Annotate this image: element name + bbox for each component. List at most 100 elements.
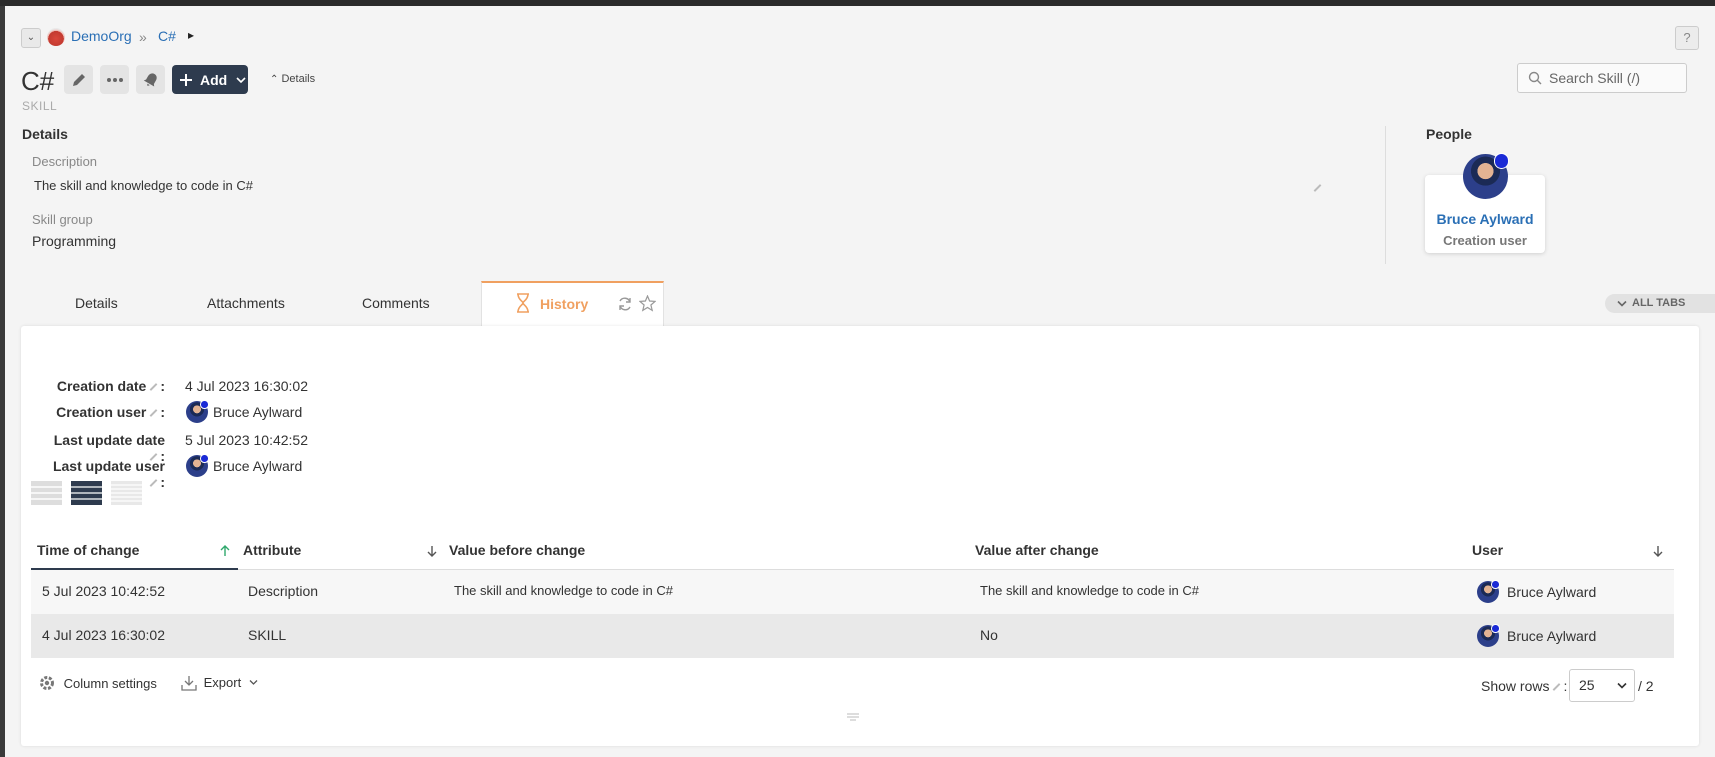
last-update-date-label-text: Last update date (53, 432, 165, 448)
record-type-label: SKILL (22, 99, 58, 113)
ellipsis-icon (106, 77, 123, 82)
cell-after: The skill and knowledge to code in C# (980, 583, 1199, 598)
download-icon (181, 675, 197, 691)
presence-indicator (200, 454, 209, 463)
skill-group-value[interactable]: Programming (32, 233, 116, 249)
person-role: Creation user (1443, 233, 1527, 248)
tab-comments[interactable]: Comments (362, 295, 430, 311)
column-header-after[interactable]: Value after change (975, 542, 1099, 558)
creation-user-link[interactable]: Bruce Aylward (213, 404, 302, 420)
add-button[interactable]: Add (172, 65, 248, 94)
edit-icon (149, 383, 158, 392)
person-name[interactable]: Bruce Aylward (1425, 211, 1545, 227)
gear-icon (40, 676, 54, 690)
row-user-avatar[interactable] (1477, 624, 1500, 647)
creation-date-value: 4 Jul 2023 16:30:02 (185, 378, 308, 394)
last-update-date-value: 5 Jul 2023 10:42:52 (185, 432, 308, 448)
people-heading: People (1426, 126, 1472, 142)
table-row[interactable]: 5 Jul 2023 10:42:52 Description The skil… (31, 570, 1674, 614)
more-actions-button[interactable] (100, 65, 129, 94)
edit-icon (149, 479, 158, 488)
presence-indicator (200, 400, 209, 409)
show-rows-text: Show rows (1481, 678, 1550, 694)
refresh-icon[interactable] (617, 296, 633, 312)
rows-per-page-select[interactable]: 25 (1569, 669, 1635, 702)
add-button-label: Add (200, 71, 228, 88)
plus-icon (180, 73, 192, 86)
chevron-down-icon (249, 680, 258, 685)
search-icon (1528, 71, 1542, 85)
chevron-down-icon (1617, 682, 1627, 689)
export-button[interactable]: Export (181, 674, 258, 691)
cell-time: 5 Jul 2023 10:42:52 (42, 583, 165, 599)
cell-attribute: Description (248, 583, 319, 599)
cell-attribute: SKILL (248, 627, 287, 643)
all-tabs-button[interactable]: ALL TABS (1605, 294, 1715, 313)
cell-user-link[interactable]: Bruce Aylward (1507, 584, 1596, 600)
chevron-down-icon (1617, 300, 1627, 307)
view-list-icon[interactable] (71, 481, 102, 505)
help-button[interactable]: ? (1675, 26, 1699, 50)
total-rows: / 2 (1638, 678, 1654, 694)
column-header-user[interactable]: User (1472, 542, 1503, 558)
cell-before: The skill and knowledge to code in C# (454, 583, 673, 598)
person-avatar[interactable] (1463, 153, 1509, 199)
org-logo-icon (47, 28, 65, 46)
column-header-before[interactable]: Value before change (449, 542, 585, 558)
sort-ascending-icon[interactable] (220, 545, 230, 557)
table-row[interactable]: 4 Jul 2023 16:30:02 SKILL No Bruce Aylwa… (31, 614, 1674, 658)
last-update-user-label-text: Last update user (52, 458, 165, 474)
description-label: Description (32, 154, 98, 169)
page-title: C# (21, 66, 55, 96)
edit-icon (1553, 683, 1561, 692)
column-settings-button[interactable]: Column settings (38, 674, 157, 692)
pencil-icon (72, 73, 85, 86)
details-toggle[interactable]: ⌃ Details (270, 73, 315, 85)
creation-user-avatar[interactable] (186, 400, 209, 423)
description-value[interactable]: The skill and knowledge to code in C# (34, 178, 253, 193)
creation-user-label: Creation user: (56, 404, 165, 420)
chevron-down-icon (236, 76, 246, 83)
section-divider (1385, 126, 1386, 264)
presence-indicator (1491, 580, 1500, 589)
tab-history[interactable]: History (481, 281, 664, 328)
sort-descending-icon[interactable] (427, 545, 437, 557)
tab-details[interactable]: Details (75, 295, 118, 311)
creation-date-label-text: Creation date (56, 378, 147, 394)
breadcrumb-toggle-button[interactable]: ⌄ (21, 28, 41, 48)
star-icon[interactable] (639, 295, 656, 312)
search-input[interactable]: Search Skill (/) (1517, 63, 1687, 93)
export-label: Export (203, 675, 242, 691)
column-header-attribute[interactable]: Attribute (243, 542, 301, 558)
cell-after: No (980, 627, 998, 643)
creation-date-label: Creation date: (56, 378, 165, 394)
breadcrumb-org-link[interactable]: DemoOrg (71, 28, 132, 44)
details-toggle-label: Details (281, 73, 316, 85)
edit-icon (149, 409, 158, 418)
search-placeholder: Search Skill (/) (1549, 70, 1641, 86)
breadcrumb-separator: » (139, 29, 147, 45)
resize-handle-icon[interactable] (847, 713, 859, 721)
cell-user-link[interactable]: Bruce Aylward (1507, 628, 1596, 644)
column-header-time[interactable]: Time of change (37, 542, 139, 558)
window-left-edge (0, 6, 5, 757)
cell-time: 4 Jul 2023 16:30:02 (42, 627, 165, 643)
breadcrumb-caret-icon[interactable]: ▸ (188, 28, 194, 42)
details-heading: Details (22, 126, 68, 142)
show-rows-label: Show rows: (1481, 678, 1568, 694)
creation-user-label-text: Creation user (56, 404, 147, 420)
last-update-user-avatar[interactable] (186, 454, 209, 477)
tab-attachments[interactable]: Attachments (207, 295, 285, 311)
notifications-button[interactable] (136, 65, 165, 94)
breadcrumb-current-link[interactable]: C# (158, 28, 176, 44)
presence-indicator (1493, 153, 1509, 169)
view-dense-icon[interactable] (111, 481, 142, 505)
rows-per-page-value: 25 (1579, 677, 1595, 693)
edit-button[interactable] (64, 65, 93, 94)
row-user-avatar[interactable] (1477, 580, 1500, 603)
edit-description-icon[interactable] (1313, 184, 1322, 192)
last-update-user-link[interactable]: Bruce Aylward (213, 458, 302, 474)
sort-descending-icon[interactable] (1653, 545, 1663, 557)
view-compact-icon[interactable] (31, 481, 62, 505)
window-top-bar (0, 0, 1715, 6)
